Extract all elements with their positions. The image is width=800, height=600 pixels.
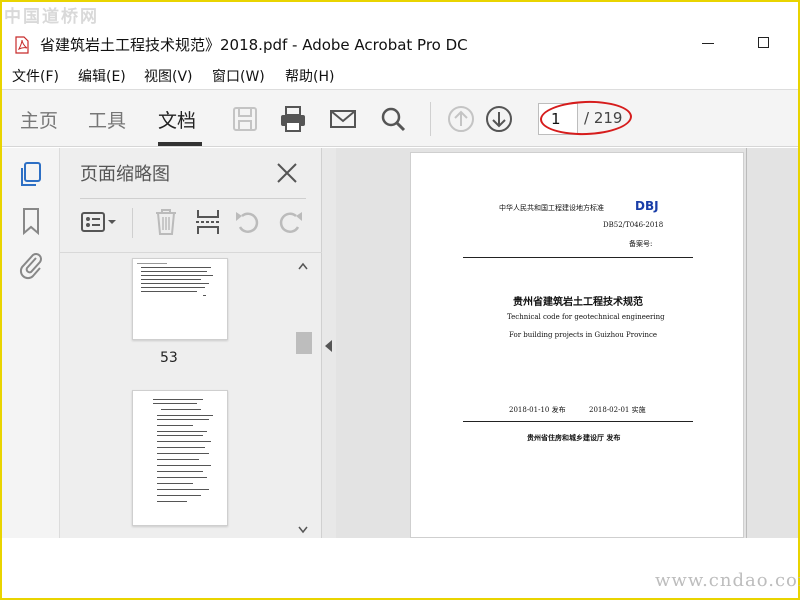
doc-record: 备案号: — [629, 240, 653, 248]
minimize-button[interactable] — [702, 43, 714, 44]
search-icon[interactable] — [378, 104, 408, 134]
bookmark-icon[interactable] — [16, 206, 46, 236]
tab-tools[interactable]: 工具 — [88, 106, 126, 133]
doc-title-en-1: Technical code for geotechnical engineer… — [507, 313, 665, 321]
rule-line — [463, 421, 693, 422]
doc-title-en-2: For building projects in Guizhou Provinc… — [509, 331, 658, 339]
doc-effective: 2018-02-01 实施 — [589, 406, 646, 414]
title-bar: 省建筑岩土工程技术规范》2018.pdf - Adobe Acrobat Pro… — [2, 28, 798, 60]
doc-title-cn: 贵州省建筑岩土工程技术规范 — [513, 297, 643, 308]
tab-document[interactable]: 文档 — [158, 106, 196, 133]
panel-divider — [80, 198, 306, 199]
menu-file[interactable]: 文件(F) — [12, 66, 59, 86]
delete-page-icon[interactable] — [150, 206, 182, 238]
scroll-up-icon[interactable] — [298, 262, 308, 270]
doc-issued: 2018-01-10 发布 — [509, 406, 566, 414]
page-down-icon[interactable] — [484, 104, 514, 134]
document-view[interactable]: 中华人民共和国工程建设地方标准 DBJ DB52/T046-2018 备案号: … — [336, 148, 798, 538]
page-thumbnail[interactable] — [132, 390, 228, 526]
menu-help[interactable]: 帮助(H) — [285, 66, 334, 86]
page-up-icon[interactable] — [446, 104, 476, 134]
active-tab-indicator — [158, 142, 202, 146]
menu-window[interactable]: 窗口(W) — [212, 66, 265, 86]
collapse-panel-icon[interactable] — [325, 340, 332, 352]
main-toolbar: 主页 工具 文档 1 / 219 — [2, 89, 798, 147]
window-title: 省建筑岩土工程技术规范》2018.pdf - Adobe Acrobat Pro… — [40, 36, 468, 54]
panel-splitter[interactable] — [322, 148, 336, 538]
thumbnails-panel: 页面缩略图 53 — [60, 148, 322, 538]
rotate-cw-icon[interactable] — [274, 206, 306, 238]
print-icon[interactable] — [278, 104, 308, 134]
pdf-file-icon — [15, 36, 29, 54]
attachment-icon[interactable] — [16, 250, 46, 280]
panel-divider — [60, 252, 322, 253]
menu-edit[interactable]: 编辑(E) — [78, 66, 126, 86]
toolbar-separator — [430, 102, 431, 136]
document-edge — [746, 148, 747, 538]
scrollbar-thumb[interactable] — [296, 332, 312, 354]
page-thumbnail[interactable] — [132, 258, 228, 340]
left-navigation-rail — [2, 148, 60, 538]
tab-home[interactable]: 主页 — [20, 106, 58, 133]
doc-header-right: DBJ — [635, 199, 659, 213]
watermark-bottom: www.cndao.com — [655, 570, 800, 591]
thumbnail-options-icon[interactable] — [80, 206, 120, 238]
page-thumbnails-icon[interactable] — [16, 160, 46, 190]
panel-toolbar-separator — [132, 208, 133, 238]
doc-code: DB52/T046-2018 — [603, 221, 664, 229]
close-icon[interactable] — [274, 160, 300, 186]
thumbnail-scrollbar[interactable] — [294, 258, 312, 538]
menu-view[interactable]: 视图(V) — [144, 66, 193, 86]
watermark-top: 中国道桥网 — [4, 7, 99, 27]
extract-page-icon[interactable] — [192, 206, 224, 238]
pdf-page: 中华人民共和国工程建设地方标准 DBJ DB52/T046-2018 备案号: … — [410, 152, 744, 538]
maximize-button[interactable] — [758, 37, 769, 48]
thumbnail-page-label: 53 — [160, 350, 178, 366]
doc-publisher: 贵州省住房和城乡建设厅 发布 — [527, 433, 621, 442]
scroll-down-icon[interactable] — [298, 526, 308, 534]
panel-title: 页面缩略图 — [80, 164, 170, 185]
email-icon[interactable] — [328, 104, 358, 134]
rotate-ccw-icon[interactable] — [232, 206, 264, 238]
rule-line — [463, 257, 693, 258]
menu-bar: 文件(F) 编辑(E) 视图(V) 窗口(W) 帮助(H) — [2, 64, 798, 88]
save-icon[interactable] — [230, 104, 260, 134]
doc-header-left: 中华人民共和国工程建设地方标准 — [499, 204, 604, 212]
